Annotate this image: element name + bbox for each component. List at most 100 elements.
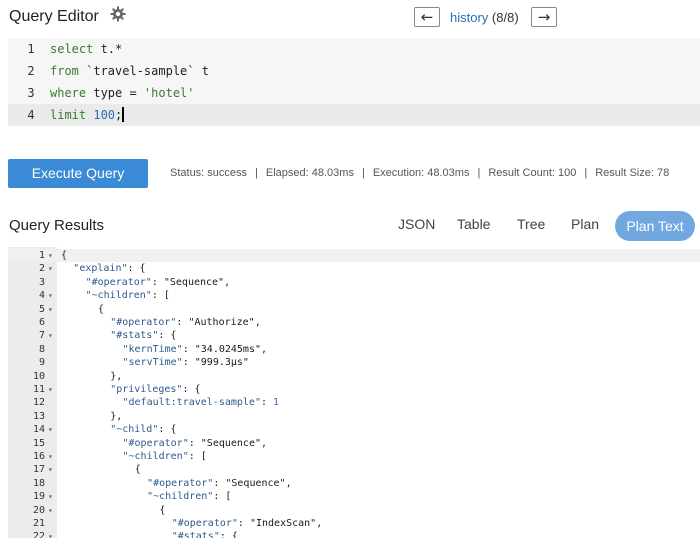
- json-line: 12 "default:travel-sample": 1: [8, 396, 700, 409]
- json-line-code: "privileges": {: [110, 383, 200, 396]
- tab-plan-text[interactable]: Plan Text: [615, 211, 695, 241]
- json-token: "IndexScan": [249, 518, 317, 529]
- json-token: "servTime": [122, 357, 183, 369]
- code-token: type =: [86, 86, 144, 100]
- json-line-code: "#stats": {: [110, 329, 176, 342]
- json-line-number: 12: [32, 397, 45, 409]
- json-line-code: "~children": [: [86, 289, 170, 302]
- json-line-number: 5: [38, 303, 45, 315]
- json-token: "#operator": [171, 518, 238, 529]
- fold-arrow-icon[interactable]: ▾: [48, 249, 56, 262]
- json-line: 9 "servTime": "999.3µs": [8, 356, 700, 369]
- json-line-number: 11: [32, 384, 45, 395]
- text-cursor: [122, 107, 125, 122]
- json-token: "#operator": [147, 477, 214, 489]
- json-token: "#operator": [110, 317, 177, 328]
- editor-line[interactable]: 1 select t.*: [8, 38, 700, 60]
- json-line-number: 14: [32, 424, 45, 436]
- json-token: : [: [188, 451, 207, 462]
- editor-line[interactable]: 3 where type = 'hotel': [8, 82, 700, 104]
- fold-arrow-icon[interactable]: ▾: [48, 303, 56, 316]
- json-line-number: 4: [38, 290, 45, 302]
- json-token: },: [110, 370, 123, 382]
- fold-arrow-icon[interactable]: ▾: [48, 289, 56, 302]
- json-token: {: [134, 464, 141, 476]
- json-token: "privileges": [110, 384, 183, 395]
- json-line-number: 21: [32, 518, 45, 529]
- json-token: "~children": [147, 491, 214, 503]
- json-line-number: 13: [32, 410, 45, 422]
- json-token: "~children": [85, 290, 152, 302]
- json-token: : {: [182, 384, 201, 395]
- json-token: :: [237, 518, 250, 529]
- execute-query-button[interactable]: Execute Query: [8, 159, 148, 188]
- json-line-code: "#operator": "Sequence",: [123, 437, 268, 450]
- gear-icon[interactable]: [110, 6, 126, 22]
- json-line: 4 ▾ "~children": [: [8, 289, 700, 302]
- json-token: },: [110, 410, 123, 422]
- json-line-code: "#operator": "Sequence",: [147, 477, 292, 490]
- tab-json[interactable]: JSON: [398, 216, 435, 232]
- fold-arrow-icon[interactable]: ▾: [48, 383, 56, 396]
- fold-arrow-icon[interactable]: ▾: [48, 423, 56, 436]
- fold-arrow-icon[interactable]: ▾: [48, 329, 56, 342]
- fold-arrow-icon[interactable]: ▾: [48, 530, 56, 538]
- editor-line-code[interactable]: limit 100;: [50, 104, 125, 126]
- history-prev-button[interactable]: ←: [414, 7, 440, 27]
- json-line-code: "~children": [: [123, 450, 207, 463]
- fold-arrow-icon[interactable]: ▾: [48, 463, 56, 476]
- json-token: "Sequence": [200, 437, 261, 449]
- fold-arrow-icon[interactable]: ▾: [48, 262, 56, 275]
- editor-line[interactable]: 4 limit 100;: [8, 104, 700, 126]
- json-line-number: 3: [38, 276, 45, 288]
- json-line-code: {: [98, 303, 104, 316]
- json-line: 8 "kernTime": "34.0245ms",: [8, 343, 700, 356]
- code-token: t.*: [93, 42, 123, 56]
- tab-table[interactable]: Table: [457, 216, 490, 232]
- history-link[interactable]: history (8/8): [450, 10, 519, 25]
- json-line: 14 ▾ "~child": {: [8, 423, 700, 436]
- history-next-button[interactable]: →: [531, 7, 557, 27]
- json-token: 1: [273, 397, 280, 409]
- results-json-view[interactable]: 1 ▾{2 ▾ "explain": {3 "#operator": "Sequence…: [8, 247, 700, 538]
- json-line-number: 10: [32, 370, 45, 382]
- editor-line-code[interactable]: select t.*: [50, 38, 122, 60]
- page-title: Query Editor: [9, 8, 99, 25]
- json-line-code: "~child": {: [110, 423, 176, 436]
- json-token: ,: [254, 317, 261, 328]
- json-line-code: "kernTime": "34.0245ms",: [123, 343, 268, 356]
- fold-arrow-icon[interactable]: ▾: [48, 504, 56, 517]
- code-token: 100: [93, 108, 116, 122]
- json-line: 19 ▾ "~children": [: [8, 490, 700, 503]
- fold-arrow-icon[interactable]: ▾: [48, 490, 56, 503]
- result-size-text: Result Size: 78: [595, 167, 670, 179]
- json-line: 17 ▾ {: [8, 463, 700, 476]
- json-token: ,: [261, 437, 268, 449]
- json-line-code: },: [110, 410, 122, 423]
- json-line: 16 ▾ "~children": [: [8, 450, 700, 463]
- editor-line-code[interactable]: where type = 'hotel': [50, 82, 195, 104]
- history-label[interactable]: history: [450, 10, 488, 25]
- json-line-number: 17: [32, 464, 45, 476]
- json-line: 3 "#operator": "Sequence",: [8, 276, 700, 289]
- json-token: "#operator": [85, 276, 152, 288]
- json-line-number: 16: [32, 451, 45, 462]
- query-status-bar: Status: success | Elapsed: 48.03ms | Executi…: [170, 167, 670, 179]
- json-token: ,: [224, 276, 231, 288]
- result-count-text: Result Count: 100: [488, 167, 577, 179]
- json-line-code: },: [110, 370, 122, 383]
- json-line-code: "#operator": "Authorize",: [110, 316, 261, 329]
- json-token: :: [182, 357, 195, 369]
- editor-line-number: 4: [27, 108, 35, 122]
- tab-tree[interactable]: Tree: [517, 216, 545, 232]
- tab-plan[interactable]: Plan: [571, 216, 599, 232]
- json-line-code: "#stats": {: [172, 530, 238, 538]
- query-editor[interactable]: 1 select t.* 2 from `travel-sample` t 3 where…: [8, 38, 700, 126]
- editor-line[interactable]: 2 from `travel-sample` t: [8, 60, 700, 82]
- json-token: "~children": [122, 451, 189, 462]
- editor-line-code[interactable]: from `travel-sample` t: [50, 60, 209, 82]
- fold-arrow-icon[interactable]: ▾: [48, 450, 56, 463]
- json-token: {: [61, 250, 68, 261]
- json-line-number: 19: [32, 491, 45, 503]
- json-line: 22 ▾ "#stats": {: [8, 530, 700, 538]
